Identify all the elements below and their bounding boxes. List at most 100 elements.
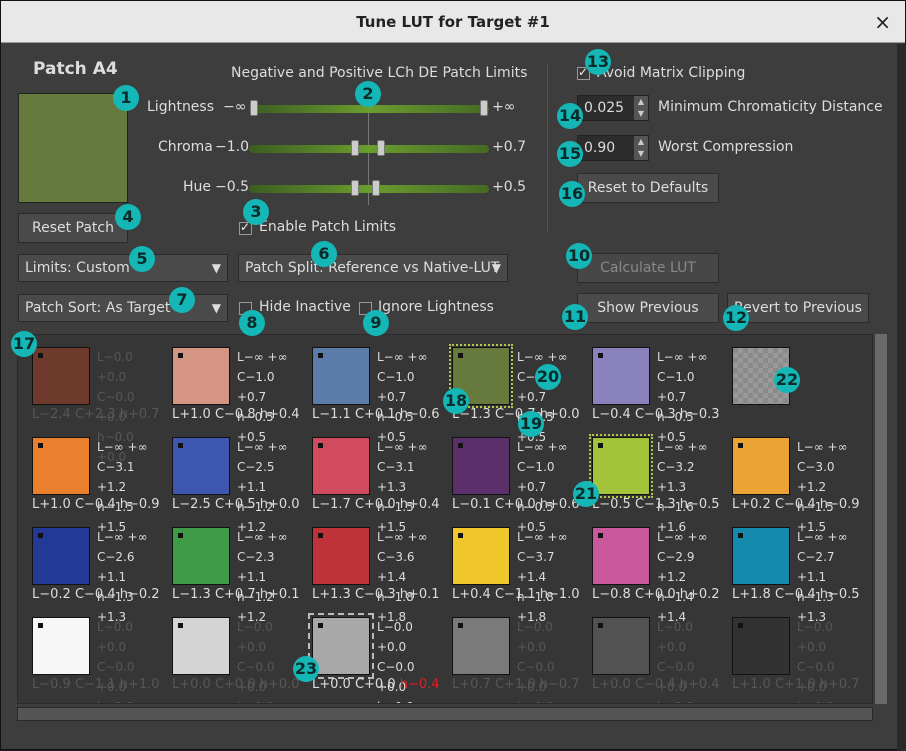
patch-cell[interactable]: L−∞ +∞ C−3.1 +1.3 h−1.5 +1.5 L−1.7 C+0.0…	[302, 427, 442, 534]
enable-limits-label: Enable Patch Limits	[259, 219, 397, 235]
slider-high-handle[interactable]	[480, 100, 489, 116]
annotation-badge: 15	[557, 141, 583, 167]
patch-cell[interactable]: L−∞ +∞ C−1.0 +0.7 h−0.5 +0.5 L−0.4 C−0.3…	[582, 337, 722, 444]
patch-swatch[interactable]	[32, 347, 90, 405]
patch-swatch[interactable]	[32, 437, 90, 495]
patch-swatch[interactable]	[172, 527, 230, 585]
spin-arrows-icon[interactable]: ▲ ▼	[634, 96, 648, 120]
patch-delta: L+0.0 C+0.0 h+0.0	[172, 677, 300, 692]
patch-swatch[interactable]	[732, 437, 790, 495]
patch-limit-l: L−0.0 +0.0	[517, 620, 553, 654]
patch-cell[interactable]: L−∞ +∞ C−3.0 +1.2 h−1.5 +1.5 L+0.2 C−0.4…	[722, 427, 862, 534]
patch-sort-combo[interactable]: Patch Sort: As Target ▼	[18, 294, 228, 322]
patch-delta: L+0.7 C+1.0 h−0.7	[452, 677, 580, 692]
slider-high-handle[interactable]	[372, 180, 381, 196]
patch-swatch[interactable]	[592, 527, 650, 585]
limit-slider[interactable]	[249, 180, 489, 196]
vertical-scrollbar[interactable]	[875, 334, 887, 704]
patch-swatch[interactable]	[452, 617, 510, 675]
patch-cell[interactable]: L−∞ +∞ C−2.9 +1.2 h−1.4 +1.4 L−0.8 C+0.0…	[582, 517, 722, 624]
patch-swatch[interactable]	[312, 347, 370, 405]
patch-grid: L−0.0 +0.0 C−0.0 +0.0 h−0.0 +0.0 L−2.4 C…	[17, 334, 873, 704]
patch-split-combo[interactable]: Patch Split: Reference vs Native-LUT ▼	[238, 254, 508, 282]
patch-cell[interactable]: L−∞ +∞ C−2.6 +1.1 h−1.3 +1.3 L−0.2 C−0.4…	[22, 517, 162, 624]
patch-cell[interactable]: L−∞ +∞ C−2.5 +1.1 h−1.2 +1.2 L−2.5 C+0.5…	[162, 427, 302, 534]
ignore-lightness-label: Ignore Lightness	[378, 299, 494, 315]
patch-swatch[interactable]	[452, 437, 510, 495]
patch-swatch[interactable]	[32, 527, 90, 585]
slider-high-handle[interactable]	[377, 140, 385, 156]
patch-cell[interactable]: L−0.0 +0.0 C−0.0 +0.0 h−0.0 +0.0 L−2.4 C…	[22, 337, 162, 464]
annotation-badge: 19	[518, 411, 544, 437]
tune-lut-dialog: Tune LUT for Target #1 × Patch A4 Reset …	[0, 0, 906, 751]
limit-max-label: +0.5	[492, 179, 526, 195]
patch-limit-c: C−2.9 +1.2	[657, 550, 695, 584]
patch-cell[interactable]: L−∞ +∞ C−2.3 +1.1 h−1.2 +1.2 L−1.3 C+0.7…	[162, 517, 302, 624]
limit-slider[interactable]	[249, 140, 489, 156]
patch-swatch[interactable]	[308, 613, 374, 679]
patch-swatch[interactable]	[589, 434, 653, 498]
patch-swatch[interactable]	[172, 617, 230, 675]
limits-combo[interactable]: Limits: Custom ▼	[18, 254, 228, 282]
patch-cell[interactable]: L−∞ +∞ C−1.0 +0.7 h−0.5 +0.5 L+1.0 C−0.8…	[162, 337, 302, 444]
patch-delta-hue-warning: h−0.4	[399, 677, 440, 692]
calculate-lut-button[interactable]: Calculate LUT	[577, 253, 719, 283]
patch-swatch[interactable]	[452, 527, 510, 585]
patch-cell[interactable]: L−∞ +∞ C−1.0 +0.7 h−0.5 +0.5 L−1.1 C+0.1…	[302, 337, 442, 444]
reset-defaults-button[interactable]: Reset to Defaults	[577, 173, 719, 203]
patch-swatch[interactable]	[732, 617, 790, 675]
patch-limit-c: C−3.6 +1.4	[377, 550, 415, 584]
min-chroma-spinbox[interactable]: 0.025 ▲ ▼	[577, 95, 649, 121]
patch-limit-l: L−∞ +∞	[657, 530, 708, 544]
patch-marker-icon	[38, 533, 43, 538]
patch-delta: L+1.0 C+1.0 h+0.7	[732, 677, 860, 692]
patch-marker-icon	[598, 353, 603, 358]
patch-limit-h: h−0.0 +0.0	[237, 697, 302, 703]
close-icon[interactable]: ×	[874, 10, 891, 34]
patch-delta-text: L−0.1 C+0.0 h+0.6	[452, 497, 580, 512]
divider	[547, 63, 548, 231]
patch-delta-text: L+0.4 C−1.1 h−1.0	[452, 587, 580, 602]
spin-arrows-icon[interactable]: ▲ ▼	[634, 136, 648, 160]
annotation-badge: 16	[559, 181, 585, 207]
annotation-badge: 12	[723, 305, 749, 331]
patch-cell[interactable]: L−0.0 +0.0 C−0.0 +0.0 h−0.0 +0.0 L+0.0 C…	[582, 607, 722, 703]
slider-low-handle[interactable]	[249, 100, 258, 116]
patch-delta-text: L−2.5 C+0.5 h+0.0	[172, 497, 300, 512]
patch-cell[interactable]: L−0.0 +0.0 C−0.0 +0.0 h−0.0 +0.0 L+0.0 C…	[302, 607, 442, 703]
patch-cell[interactable]: L−∞ +∞ C−3.1 +1.2 h−1.5 +1.5 L+1.0 C−0.4…	[22, 427, 162, 534]
reset-patch-button[interactable]: Reset Patch	[18, 213, 128, 243]
patch-cell[interactable]: L−0.0 +0.0 C−0.0 +0.0 h−0.0 +0.0 L+1.0 C…	[722, 607, 862, 703]
patch-swatch[interactable]	[312, 437, 370, 495]
limit-min-label: −∞	[223, 99, 247, 115]
patch-cell[interactable]: L−∞ +∞ C−2.7 +1.1 h−1.3 +1.3 L+1.8 C−0.4…	[722, 517, 862, 624]
patch-cell[interactable]: L−∞ +∞ C−1.0 +0.7 h−0.5 +0.5 L−1.3 C−0.7…	[442, 337, 582, 444]
annotation-badge: 7	[169, 287, 195, 313]
patch-limit-c: C−3.2 +1.3	[657, 460, 695, 494]
patch-delta: L+0.0 C+0.0 h−0.4	[312, 677, 440, 692]
patch-swatch[interactable]	[592, 347, 650, 405]
worst-compression-spinbox[interactable]: 0.90 ▲ ▼	[577, 135, 649, 161]
patch-delta-text: L+1.0 C−0.4 h−0.9	[32, 497, 160, 512]
patch-swatch[interactable]	[312, 527, 370, 585]
patch-swatch[interactable]	[172, 347, 230, 405]
patch-cell[interactable]: L−∞ +∞ C−1.0 +0.7 h−0.5 +0.5 L−0.1 C+0.0…	[442, 427, 582, 534]
patch-cell[interactable]: L−0.0 +0.0 C−0.0 +0.0 h−0.0 +0.0 L−0.9 C…	[22, 607, 162, 703]
annotation-badge: 6	[311, 241, 337, 267]
patch-cell[interactable]: L−∞ +∞ C−3.2 +1.3 h−1.6 +1.6 L−0.5 C−1.3…	[582, 427, 722, 534]
patch-cell[interactable]: L−0.0 +0.0 C−0.0 +0.0 h−0.0 +0.0 L+0.7 C…	[442, 607, 582, 703]
patch-swatch[interactable]	[732, 527, 790, 585]
horizontal-scrollbar[interactable]	[17, 707, 873, 721]
patch-cell[interactable]: L−0.0 +0.0 C−0.0 +0.0 h−0.0 +0.0 L+0.0 C…	[162, 607, 302, 703]
patch-limit-c: C−2.3 +1.1	[237, 550, 275, 584]
slider-low-handle[interactable]	[350, 140, 359, 156]
annotation-badge: 5	[129, 246, 155, 272]
patch-delta-text: L+0.0 C+0.0 h+0.0	[172, 677, 300, 692]
patch-swatch[interactable]	[32, 617, 90, 675]
show-previous-button[interactable]: Show Previous	[577, 293, 719, 323]
patch-cell[interactable]: L−∞ +∞ C−3.6 +1.4 h−1.8 +1.8 L+1.3 C−0.3…	[302, 517, 442, 624]
patch-swatch[interactable]	[172, 437, 230, 495]
patch-swatch[interactable]	[592, 617, 650, 675]
slider-low-handle[interactable]	[350, 180, 359, 196]
patch-cell[interactable]: L−∞ +∞ C−3.7 +1.4 h−1.8 +1.8 L+0.4 C−1.1…	[442, 517, 582, 624]
